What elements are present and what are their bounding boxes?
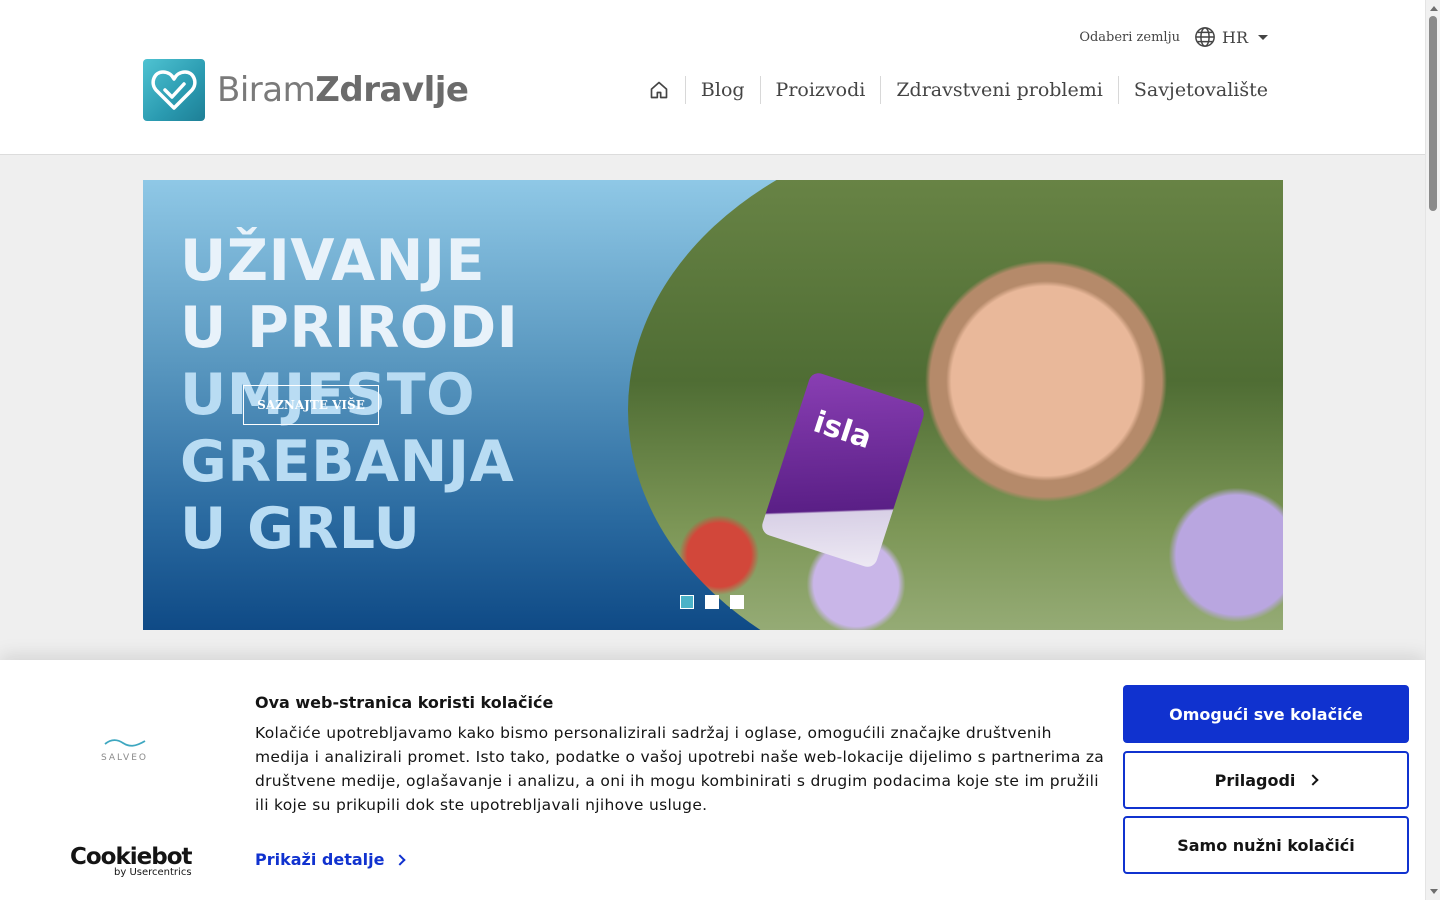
chevron-down-icon: [1258, 34, 1268, 40]
salveo-logo: SALVEO: [101, 734, 148, 763]
main-nav: Blog Proizvodi Zdravstveni problemi Savj…: [634, 76, 1283, 104]
language-dropdown[interactable]: HR: [1194, 26, 1268, 48]
chevron-right-icon: [394, 853, 407, 866]
language-code: HR: [1222, 27, 1248, 47]
nav-counseling[interactable]: Savjetovalište: [1117, 76, 1283, 104]
logo-wordmark: BiramZdravlje: [217, 70, 469, 110]
cookie-banner: SALVEO Cookiebot by Usercentrics Ova web…: [0, 660, 1425, 900]
scrollbar-thumb[interactable]: [1429, 16, 1437, 211]
cookie-title: Ova web-stranica koristi kolačiće: [255, 693, 554, 712]
cookiebot-logo[interactable]: Cookiebot by Usercentrics: [70, 844, 193, 878]
hero-slide[interactable]: isla UŽIVANJE U PRIRODI UMJESTO GREBANJA…: [143, 180, 1283, 630]
nav-blog[interactable]: Blog: [684, 76, 760, 104]
customize-button[interactable]: Prilagodi: [1123, 751, 1409, 809]
carousel-dot-1[interactable]: [680, 595, 694, 609]
cookie-description: Kolačiće upotrebljavamo kako bismo perso…: [255, 724, 1105, 814]
nav-health-problems[interactable]: Zdravstveni problemi: [880, 76, 1118, 104]
home-icon: [650, 81, 668, 99]
globe-icon: [1195, 27, 1215, 47]
carousel-dot-3[interactable]: [730, 595, 744, 609]
allow-all-cookies-button[interactable]: Omogući sve kolačiće: [1123, 685, 1409, 743]
country-selector[interactable]: Odaberi zemlju HR: [1079, 26, 1268, 48]
heart-check-icon: [143, 59, 205, 121]
hero-photo: [628, 180, 1283, 630]
wave-icon: [103, 739, 145, 747]
carousel-dot-2[interactable]: [705, 595, 719, 609]
nav-products[interactable]: Proizvodi: [759, 76, 881, 104]
show-details-link[interactable]: Prikaži detalje: [255, 850, 407, 869]
scroll-up-arrow-icon[interactable]: [1430, 6, 1438, 11]
learn-more-button[interactable]: SAZNAJTE VIŠE: [243, 385, 379, 425]
country-label: Odaberi zemlju: [1079, 29, 1180, 45]
necessary-cookies-button[interactable]: Samo nužni kolačići: [1123, 816, 1409, 874]
chevron-right-icon: [1307, 774, 1320, 786]
carousel-dots: [680, 595, 744, 609]
site-logo[interactable]: BiramZdravlje: [143, 59, 469, 121]
site-header: Odaberi zemlju HR BiramZdravlje Blog Pro…: [0, 0, 1425, 155]
nav-home[interactable]: [634, 80, 685, 100]
scroll-down-arrow-icon[interactable]: [1430, 889, 1438, 894]
page-scrollbar[interactable]: [1425, 0, 1440, 900]
